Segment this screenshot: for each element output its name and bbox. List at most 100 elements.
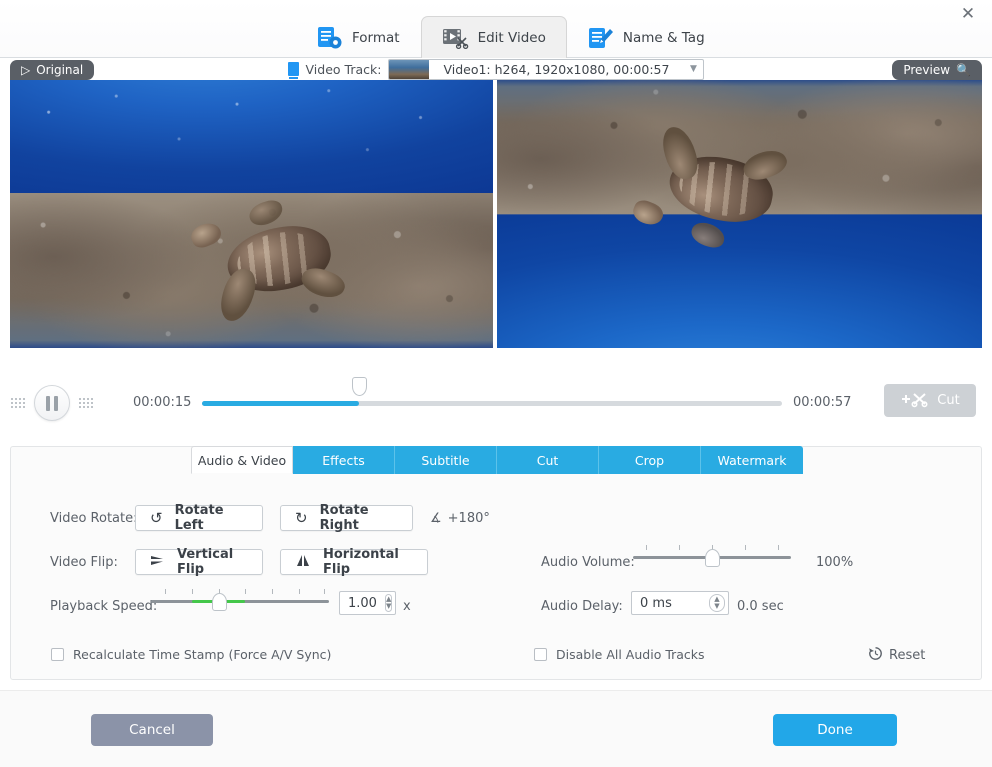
spinner-arrows-icon[interactable]: ▲ ▼ (709, 594, 725, 612)
tab-subtitle-label: Subtitle (421, 452, 470, 468)
original-video-frame (10, 80, 493, 348)
audio-delay-value: 0 ms (640, 595, 672, 611)
disable-audio-tracks-checkbox[interactable] (534, 648, 547, 661)
disable-audio-tracks-label: Disable All Audio Tracks (556, 647, 705, 662)
tab-watermark-label: Watermark (717, 452, 787, 468)
video-flip-label: Video Flip: (50, 555, 118, 570)
transport-bar: 00:00:15 00:00:57 Cut (0, 375, 992, 433)
close-icon[interactable]: ✕ (948, 0, 988, 28)
audio-delay-input[interactable]: 0 ms ▲ ▼ (631, 591, 729, 615)
recalculate-timestamp-label: Recalculate Time Stamp (Force A/V Sync) (73, 647, 332, 662)
rotate-cw-icon: ↻ (295, 509, 308, 527)
preview-video-frame (497, 80, 982, 348)
current-time: 00:00:15 (133, 395, 192, 410)
video-track-selected-value: Video1: h264, 1920x1080, 00:00:57 (443, 61, 670, 77)
reset-label: Reset (889, 648, 926, 663)
document-gear-icon (317, 26, 343, 50)
document-pencil-icon (588, 26, 614, 50)
video-track-thumbnail (389, 59, 430, 79)
volume-slider-knob[interactable] (705, 549, 720, 567)
disable-audio-tracks-row[interactable]: Disable All Audio Tracks (534, 647, 705, 662)
reset-button[interactable]: Reset (868, 646, 925, 665)
title-bar: ✕ Format Edit Video Name & Tag (0, 0, 992, 58)
grip-dots-icon (78, 396, 94, 410)
preview-badge-label: Preview (903, 63, 951, 77)
magnifier-icon: 🔍 (956, 63, 971, 77)
audio-volume-value: 100% (816, 555, 854, 570)
spinner-arrows-icon[interactable]: ▲ ▼ (384, 594, 393, 612)
horizontal-flip-label: Horizontal Flip (323, 547, 399, 577)
cancel-button-label: Cancel (129, 722, 175, 738)
tab-edit-video[interactable]: Edit Video (420, 16, 567, 58)
video-rotate-label: Video Rotate: (50, 511, 138, 526)
tab-name-tag[interactable]: Name & Tag (567, 16, 726, 58)
tab-edit-video-label: Edit Video (477, 29, 546, 46)
rotate-angle-value: +180° (447, 511, 490, 526)
audio-volume-label: Audio Volume: (541, 555, 635, 570)
history-reset-icon (868, 646, 883, 665)
horizontal-flip-button[interactable]: Horizontal Flip (280, 547, 428, 577)
preview-video-preview[interactable] (497, 80, 982, 348)
vertical-flip-label: Vertical Flip (177, 547, 234, 577)
playback-speed-unit: x (403, 599, 411, 614)
rotate-right-button[interactable]: ↻ Rotate Right (280, 503, 413, 533)
tab-format-label: Format (352, 29, 400, 46)
editing-panel: Audio & Video Effects Subtitle Cut Crop … (10, 446, 982, 680)
film-scissors-icon (442, 27, 469, 49)
rotate-ccw-icon: ↺ (150, 509, 163, 527)
add-scissors-icon (900, 390, 930, 412)
preview-badge[interactable]: Preview 🔍 (892, 60, 982, 80)
playback-speed-label: Playback Speed: (50, 599, 158, 614)
video-track-icon (287, 62, 299, 79)
video-track-label: Video Track: (305, 61, 382, 77)
tab-effects[interactable]: Effects (293, 446, 395, 474)
speed-slider-knob[interactable] (211, 593, 227, 611)
tab-effects-label: Effects (322, 452, 365, 468)
video-track-row: Video Track: Video1: h264, 1920x1080, 00… (0, 58, 992, 80)
audio-delay-label: Audio Delay: (541, 599, 623, 614)
recalculate-timestamp-checkbox[interactable] (51, 648, 64, 661)
progress-handle[interactable] (351, 377, 367, 396)
rotate-left-button[interactable]: ↺ Rotate Left (135, 503, 263, 533)
tab-crop[interactable]: Crop (599, 446, 701, 474)
tab-audio-video[interactable]: Audio & Video (191, 446, 293, 474)
original-video-preview[interactable] (10, 80, 493, 348)
original-badge[interactable]: ▷ Original (10, 60, 95, 80)
speed-slider-ticks (151, 589, 329, 595)
angle-icon: ∡ (430, 511, 442, 526)
vertical-flip-button[interactable]: Vertical Flip (135, 547, 263, 577)
rotate-right-label: Rotate Right (319, 503, 369, 533)
tab-watermark[interactable]: Watermark (701, 446, 803, 474)
playback-speed-input[interactable]: 1.00 ▲ ▼ (339, 591, 396, 615)
total-time: 00:00:57 (793, 395, 852, 410)
cut-button-label: Cut (937, 393, 960, 408)
chevron-down-icon[interactable]: ▼ (683, 64, 703, 74)
horizontal-flip-icon (295, 553, 311, 571)
audio-delay-seconds: 0.0 sec (737, 599, 784, 614)
original-badge-label: Original (36, 63, 84, 77)
play-pause-button[interactable] (34, 385, 70, 421)
playback-progress-slider[interactable] (202, 377, 782, 413)
video-track-select[interactable]: Video1: h264, 1920x1080, 00:00:57 ▼ (388, 58, 705, 80)
tab-format[interactable]: Format (296, 16, 421, 58)
tab-name-tag-label: Name & Tag (622, 29, 705, 46)
footer-bar: Cancel Done (0, 690, 992, 767)
sea-turtle (187, 197, 355, 326)
recalculate-timestamp-row[interactable]: Recalculate Time Stamp (Force A/V Sync) (51, 647, 331, 662)
audio-volume-slider[interactable] (633, 545, 791, 567)
pause-icon (46, 395, 58, 411)
cancel-button[interactable]: Cancel (91, 714, 213, 746)
panel-tab-strip: Audio & Video Effects Subtitle Cut Crop … (191, 446, 803, 474)
tab-audio-video-label: Audio & Video (197, 452, 287, 468)
tab-crop-label: Crop (634, 452, 665, 468)
tab-subtitle[interactable]: Subtitle (395, 446, 497, 474)
playback-speed-slider[interactable] (151, 589, 329, 611)
playback-speed-value: 1.00 (348, 595, 377, 611)
video-stage: Video Track: Video1: h264, 1920x1080, 00… (0, 58, 992, 375)
tab-cut[interactable]: Cut (497, 446, 599, 474)
cut-button[interactable]: Cut (884, 384, 976, 417)
done-button[interactable]: Done (773, 714, 897, 746)
top-tab-strip: Format Edit Video Name & Tag (296, 8, 726, 58)
vertical-flip-icon (150, 553, 165, 571)
done-button-label: Done (817, 722, 853, 738)
